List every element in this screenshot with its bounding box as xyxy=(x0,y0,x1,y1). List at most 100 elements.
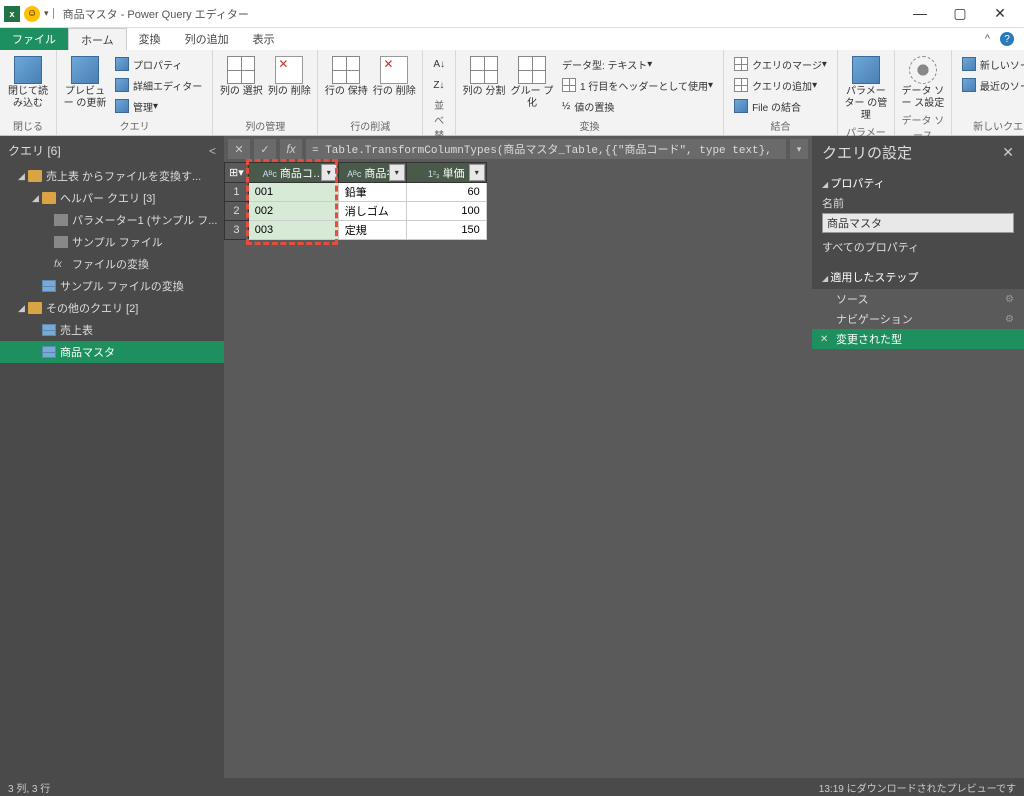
queries-collapse-icon[interactable]: < xyxy=(209,144,216,158)
query-tree-item[interactable]: ◢ヘルパー クエリ [3] xyxy=(0,187,224,209)
close-button[interactable]: ✕ xyxy=(988,5,1012,22)
replace-values-button[interactable]: ½値の置換 xyxy=(558,96,717,116)
table-row[interactable]: 2002消しゴム100 xyxy=(225,202,487,221)
table-icon xyxy=(42,324,56,336)
delete-step-icon[interactable]: ✕ xyxy=(820,334,828,345)
main-pane: ✕ ✓ fx = Table.TransformColumnTypes(商品マス… xyxy=(224,136,812,778)
formula-expand-button[interactable]: ▾ xyxy=(790,139,808,159)
all-properties-link[interactable]: すべてのプロパティ xyxy=(812,237,1024,263)
close-load-button[interactable]: 閉じて読 み込む xyxy=(6,52,50,116)
remove-columns-icon xyxy=(275,56,303,84)
query-tree-item[interactable]: サンプル ファイルの変換 xyxy=(0,275,224,297)
tab-transform[interactable]: 変換 xyxy=(127,28,173,50)
ribbon-collapse-icon[interactable]: ^ xyxy=(985,33,990,45)
formula-input[interactable]: = Table.TransformColumnTypes(商品マスタ_Table… xyxy=(306,139,786,159)
table-row[interactable]: 1001鉛筆60 xyxy=(225,183,487,202)
tab-file[interactable]: ファイル xyxy=(0,28,68,50)
cell[interactable]: 60 xyxy=(406,183,486,202)
first-row-header-button[interactable]: 1 行目をヘッダーとして使用 ▾ xyxy=(558,75,717,95)
manage-parameters-button[interactable]: パラメーター の管理 xyxy=(844,52,888,122)
minimize-button[interactable]: — xyxy=(908,5,932,22)
row-number[interactable]: 3 xyxy=(225,221,249,240)
row-number[interactable]: 1 xyxy=(225,183,249,202)
column-header[interactable]: Aᴮc 商品名▾ xyxy=(338,163,406,183)
query-tree-item[interactable]: fxファイルの変換 xyxy=(0,253,224,275)
excel-icon: x xyxy=(4,6,20,22)
split-column-button[interactable]: 列の 分割 xyxy=(462,52,506,116)
queries-pane-header: クエリ [6] < xyxy=(0,136,224,165)
recent-sources-button[interactable]: 最近のソース ▾ xyxy=(958,75,1024,95)
properties-button[interactable]: プロパティ xyxy=(111,54,206,74)
group-transform: 列の 分割 グルー プ化 データ型: テキスト ▾ 1 行目をヘッダーとして使用… xyxy=(456,50,724,135)
tab-home[interactable]: ホーム xyxy=(68,28,127,50)
step-settings-icon[interactable]: ⚙ xyxy=(1005,294,1014,305)
maximize-button[interactable]: ▢ xyxy=(948,5,972,22)
group-manage-columns: 列の 選択 列の 削除 列の管理 xyxy=(213,50,318,135)
applied-step[interactable]: ナビゲーション⚙ xyxy=(812,309,1024,329)
tab-add-column[interactable]: 列の追加 xyxy=(173,28,241,50)
append-queries-button[interactable]: クエリの追加 ▾ xyxy=(730,75,831,95)
cell[interactable]: 100 xyxy=(406,202,486,221)
data-grid[interactable]: ⊞▾Aᴮc 商品コ…▾Aᴮc 商品名▾1²₃ 単価▾1001鉛筆602002消し… xyxy=(224,162,487,240)
query-name-input[interactable] xyxy=(822,213,1014,233)
help-icon[interactable]: ? xyxy=(1000,32,1014,46)
manage-button[interactable]: 管理 ▾ xyxy=(111,96,206,116)
applied-step[interactable]: ✕変更された型 xyxy=(812,329,1024,349)
sort-desc-button[interactable]: Z↓ xyxy=(429,75,449,95)
data-source-settings-button[interactable]: データ ソー ス設定 xyxy=(901,52,945,110)
folder-icon xyxy=(28,170,42,182)
formula-confirm-button[interactable]: ✓ xyxy=(254,139,276,159)
queries-pane-title: クエリ [6] xyxy=(8,142,61,159)
row-number[interactable]: 2 xyxy=(225,202,249,221)
merge-icon xyxy=(734,57,748,71)
cell[interactable]: 定規 xyxy=(338,221,406,240)
column-filter-icon[interactable]: ▾ xyxy=(469,164,485,181)
applied-step[interactable]: ソース⚙ xyxy=(812,289,1024,309)
query-settings-pane: クエリの設定 ✕ プロパティ 名前 すべてのプロパティ 適用したステップ ソース… xyxy=(812,136,1024,778)
keep-rows-button[interactable]: 行の 保持 xyxy=(324,52,368,116)
new-source-button[interactable]: 新しいソース ▾ xyxy=(958,54,1024,74)
combine-files-button[interactable]: File の結合 xyxy=(730,96,831,116)
qat-dropdown-icon[interactable]: ▾ │ xyxy=(44,8,57,19)
cell[interactable]: 001 xyxy=(248,183,338,202)
column-filter-icon[interactable]: ▾ xyxy=(389,164,405,181)
fx-icon[interactable]: fx xyxy=(280,139,302,159)
properties-section-title[interactable]: プロパティ xyxy=(812,169,1024,195)
settings-close-button[interactable]: ✕ xyxy=(1002,144,1014,161)
group-by-button[interactable]: グルー プ化 xyxy=(510,52,554,116)
properties-icon xyxy=(115,57,129,71)
choose-columns-button[interactable]: 列の 選択 xyxy=(219,52,263,116)
query-tree-item[interactable]: パラメーター1 (サンプル フ... xyxy=(0,209,224,231)
advanced-editor-button[interactable]: 詳細エディター xyxy=(111,75,206,95)
cell[interactable]: 150 xyxy=(406,221,486,240)
table-row[interactable]: 3003定規150 xyxy=(225,221,487,240)
cell[interactable]: 003 xyxy=(248,221,338,240)
data-source-icon xyxy=(909,56,937,84)
query-tree-item[interactable]: ◢売上表 からファイルを変換す... xyxy=(0,165,224,187)
group-new-query-label: 新しいクエリ xyxy=(958,116,1024,135)
formula-cancel-button[interactable]: ✕ xyxy=(228,139,250,159)
remove-columns-button[interactable]: 列の 削除 xyxy=(267,52,311,116)
sort-asc-button[interactable]: A↓ xyxy=(429,54,449,74)
refresh-preview-button[interactable]: プレビュー の更新 xyxy=(63,52,107,116)
column-filter-icon[interactable]: ▾ xyxy=(321,164,337,181)
group-new-query: 新しいソース ▾ 最近のソース ▾ 新しいクエリ xyxy=(952,50,1024,135)
cell[interactable]: 消しゴム xyxy=(338,202,406,221)
applied-steps-title[interactable]: 適用したステップ xyxy=(812,263,1024,289)
cell[interactable]: 002 xyxy=(248,202,338,221)
query-tree-item[interactable]: 売上表 xyxy=(0,319,224,341)
remove-rows-button[interactable]: 行の 削除 xyxy=(372,52,416,116)
merge-queries-button[interactable]: クエリのマージ ▾ xyxy=(730,54,831,74)
query-tree-item[interactable]: サンプル ファイル xyxy=(0,231,224,253)
table-corner[interactable]: ⊞▾ xyxy=(225,163,249,183)
query-tree-item[interactable]: 商品マスタ xyxy=(0,341,224,363)
query-tree-item[interactable]: ◢その他のクエリ [2] xyxy=(0,297,224,319)
step-settings-icon[interactable]: ⚙ xyxy=(1005,314,1014,325)
column-header[interactable]: 1²₃ 単価▾ xyxy=(406,163,486,183)
cell[interactable]: 鉛筆 xyxy=(338,183,406,202)
column-header[interactable]: Aᴮc 商品コ…▾ xyxy=(248,163,338,183)
tab-view[interactable]: 表示 xyxy=(241,28,287,50)
combine-files-icon xyxy=(734,99,748,113)
folder-icon xyxy=(28,302,42,314)
data-type-button[interactable]: データ型: テキスト ▾ xyxy=(558,54,717,74)
